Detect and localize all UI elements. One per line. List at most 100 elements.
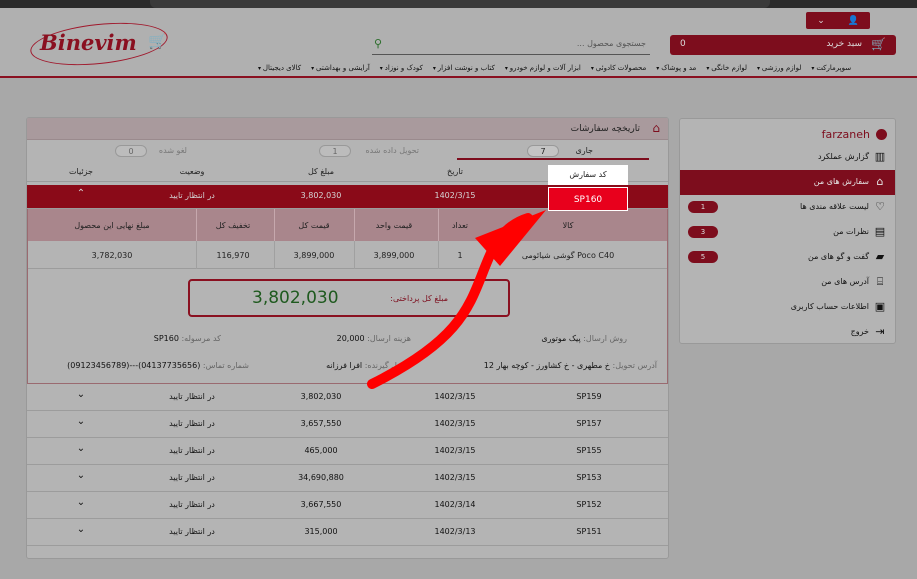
chevron-down-icon[interactable]: ⌄ — [77, 497, 85, 508]
comment-icon: ▤ — [874, 225, 886, 238]
sidebar-item-logout[interactable]: ⇥ خروج — [680, 320, 895, 345]
receiver-label: تحویل گیرنده: — [364, 361, 411, 370]
orders-panel-header: ⌂ تاریخچه سفارشات — [27, 118, 668, 140]
tab-current[interactable]: جاری 7 — [457, 144, 649, 160]
category-fashion[interactable]: مد و پوشاک — [656, 64, 696, 78]
tab-count: 0 — [115, 145, 147, 157]
wishlist-badge: 1 — [688, 201, 718, 213]
category-books[interactable]: کتاب و نوشت افزار — [433, 64, 495, 78]
table-row[interactable]: SP157 1402/3/15 3,657,550 در انتظار تایی… — [27, 411, 668, 438]
item-discount: 116,970 — [216, 251, 250, 260]
shipping-cost: 20,000 — [336, 334, 365, 343]
browser-top-strip — [0, 0, 917, 8]
sidebar-item-label: لیست علاقه مندی ها — [800, 202, 869, 211]
tab-count: 1 — [319, 145, 351, 157]
order-status: در انتظار تایید — [169, 392, 215, 401]
sidebar-item-report[interactable]: ▥ گزارش عملکرد — [680, 145, 895, 170]
sidebar-item-label: خروج — [850, 327, 869, 336]
chats-badge: 5 — [688, 251, 718, 263]
sidebar-item-addresses[interactable]: ⌸ آدرس های من — [680, 270, 895, 295]
order-status: در انتظار تایید — [169, 191, 215, 200]
address-info: آدرس تحویل: خ مطهری - خ کشاورز - کوچه به… — [484, 361, 657, 370]
phone-info: شماره تماس: (04137735656)---(09123456789… — [67, 361, 249, 370]
sidebar-item-label: آدرس های من — [821, 277, 869, 286]
order-code: SP151 — [576, 527, 602, 536]
sidebar-item-account-info[interactable]: ▣ اطلاعات حساب کاربری — [680, 295, 895, 320]
category-digital[interactable]: کالای دیجیتال — [258, 64, 301, 78]
category-beauty[interactable]: آرایشی و بهداشتی — [311, 64, 370, 78]
search-input[interactable]: جستجوی محصول ... — [577, 39, 646, 48]
account-menu-button[interactable]: ⌄ 👤 — [806, 12, 870, 29]
search-box[interactable]: ⚲ جستجوی محصول ... — [372, 37, 650, 55]
table-row[interactable]: SP151 1402/3/13 315,000 در انتظار تایید … — [27, 519, 668, 546]
chevron-down-icon[interactable]: ⌄ — [77, 416, 85, 427]
order-code: SP157 — [576, 419, 602, 428]
chevron-up-icon[interactable]: ⌃ — [77, 188, 85, 199]
chevron-down-icon[interactable]: ⌄ — [77, 524, 85, 535]
payable-total-box: مبلغ کل پرداختی: 3,802,030 — [188, 279, 510, 317]
item-total: 3,899,000 — [293, 251, 335, 260]
bank-icon: ⌸ — [876, 275, 884, 288]
order-code: SP155 — [576, 446, 602, 455]
item-qty: 1 — [457, 251, 463, 260]
payable-value: 3,802,030 — [252, 288, 339, 308]
parcel-code-label: کد مرسوله: — [181, 334, 221, 343]
chevron-down-icon[interactable]: ⌄ — [77, 443, 85, 454]
category-baby[interactable]: کودک و نوزاد — [380, 64, 423, 78]
category-tools[interactable]: ابزار آلات و لوازم خودرو — [505, 64, 581, 78]
highlight-order-code[interactable]: SP160 — [548, 187, 628, 211]
cart-count: 0 — [680, 39, 686, 49]
username: farzaneh — [821, 127, 870, 141]
order-amount: 34,690,880 — [298, 473, 344, 482]
sidebar-item-label: سفارش های من — [813, 177, 869, 186]
table-row[interactable]: SP152 1402/3/14 3,667,550 در انتظار تایی… — [27, 492, 668, 519]
user-icon: 👤 — [847, 15, 859, 26]
tab-label: جاری — [575, 146, 593, 155]
order-date: 1402/3/13 — [434, 527, 476, 536]
parcel-code: SP160 — [153, 334, 179, 343]
site-logo[interactable]: Binevim 🛒 — [28, 16, 170, 72]
sidebar-item-orders[interactable]: ⌂ سفارش های من — [680, 170, 895, 195]
sidebar-item-label: گفت و گو های من — [808, 252, 869, 261]
chevron-down-icon[interactable]: ⌄ — [77, 389, 85, 400]
order-amount: 3,657,550 — [300, 419, 342, 428]
category-sports[interactable]: لوازم ورزشی — [757, 64, 801, 78]
sidebar-item-comments[interactable]: ▤ نظرات من 3 — [680, 220, 895, 245]
tab-delivered[interactable]: تحویل داده شده 1 — [267, 144, 447, 160]
table-row[interactable]: SP153 1402/3/15 34,690,880 در انتظار تای… — [27, 465, 668, 492]
sidebar-item-label: اطلاعات حساب کاربری — [790, 302, 869, 311]
account-sidebar: farzaneh ▥ گزارش عملکرد ⌂ سفارش های من ♡… — [679, 118, 896, 344]
order-code: SP153 — [576, 473, 602, 482]
sidebar-item-wishlist[interactable]: ♡ لیست علاقه مندی ها 1 — [680, 195, 895, 220]
cart-button[interactable]: 0 سبد خرید 🛒 — [670, 35, 896, 55]
column-header-details: جزئیات — [69, 167, 93, 176]
tab-label: تحویل داده شده — [365, 146, 419, 155]
tab-cancelled[interactable]: لغو شده 0 — [67, 144, 247, 160]
category-gifts[interactable]: محصولات کادوئی — [591, 64, 647, 78]
column-divider — [354, 209, 355, 241]
basket-icon: ⌂ — [876, 175, 884, 188]
address: خ مطهری - خ کشاورز - کوچه بهار 12 — [483, 361, 610, 370]
table-row[interactable]: SP155 1402/3/15 465,000 در انتظار تایید … — [27, 438, 668, 465]
chevron-down-icon[interactable]: ⌄ — [77, 470, 85, 481]
cart-label: سبد خرید — [826, 39, 862, 49]
column-divider — [354, 241, 355, 269]
column-header-final: مبلغ نهایی این محصول — [74, 221, 150, 230]
avatar-icon — [876, 128, 887, 140]
logout-icon: ⇥ — [875, 325, 885, 338]
table-row[interactable]: SP159 1402/3/15 3,802,030 در انتظار تایی… — [27, 384, 668, 411]
receiver-info: تحویل گیرنده: افرا فرزانه — [326, 361, 411, 370]
comments-badge: 3 — [688, 226, 718, 238]
shipping-method-info: روش ارسال: پیک موتوری — [541, 334, 627, 343]
order-code: SP159 — [576, 392, 602, 401]
sidebar-item-chats[interactable]: ▰ گفت و گو های من 5 — [680, 245, 895, 270]
chat-icon: ▰ — [875, 250, 885, 263]
order-date: 1402/3/15 — [434, 191, 476, 200]
category-supermarket[interactable]: سوپرمارکت — [811, 64, 851, 78]
order-date: 1402/3/15 — [434, 473, 476, 482]
column-header-unit-price: قیمت واحد — [375, 221, 413, 230]
order-amount: 465,000 — [304, 446, 338, 455]
search-icon[interactable]: ⚲ — [374, 37, 382, 50]
tab-label: لغو شده — [158, 146, 187, 155]
category-home[interactable]: لوازم خانگی — [706, 64, 747, 78]
